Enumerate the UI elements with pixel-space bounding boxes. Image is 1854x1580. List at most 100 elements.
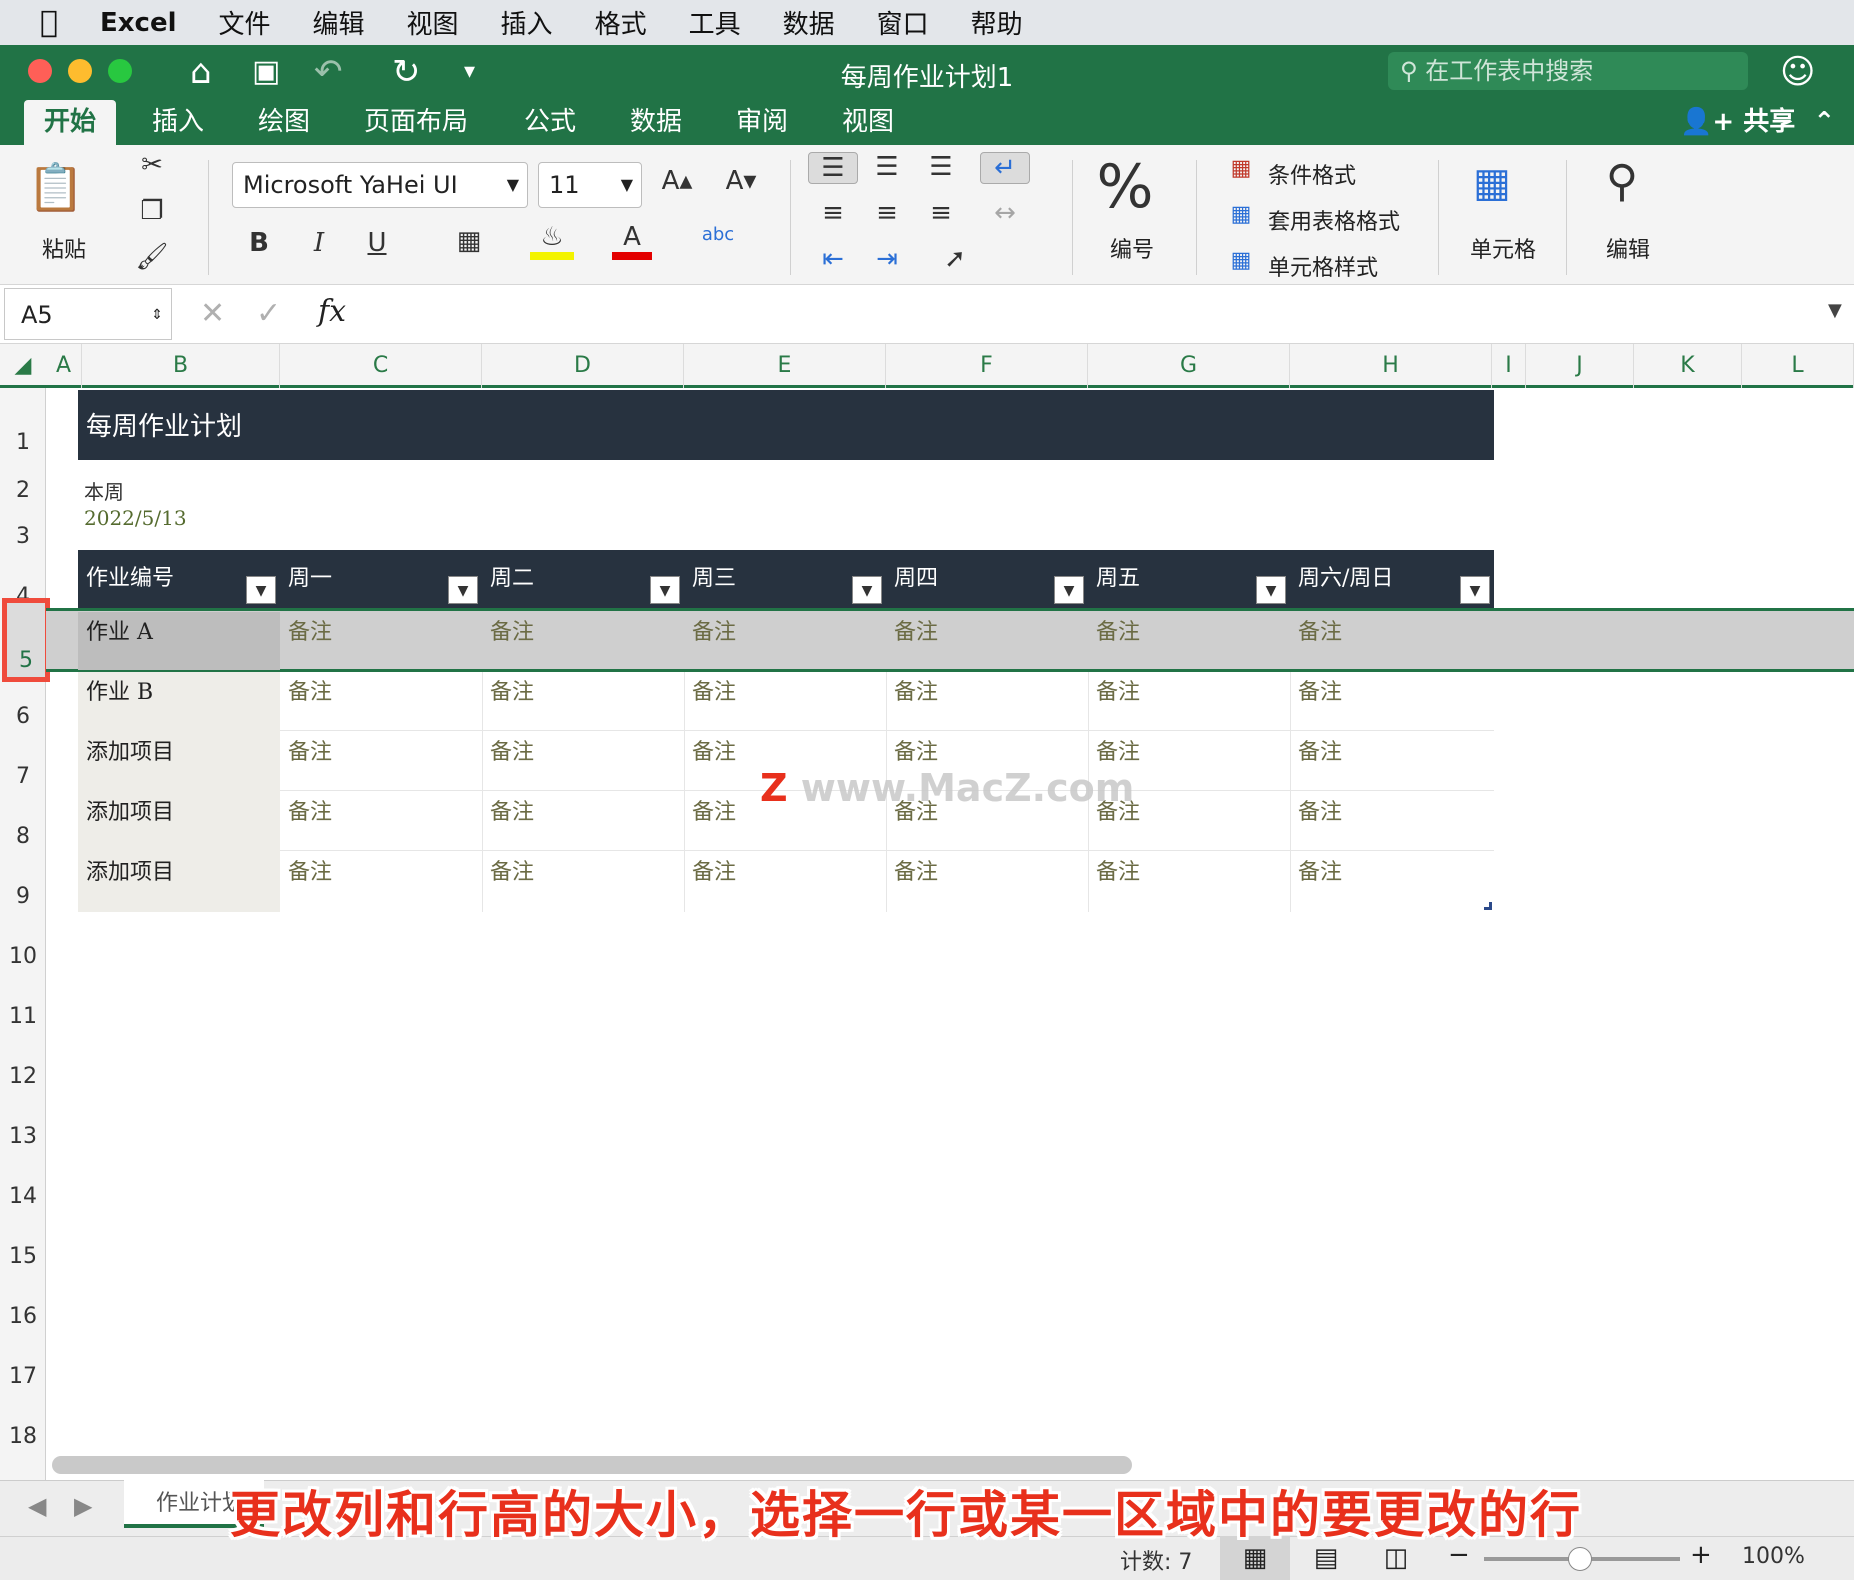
note-cell[interactable]: 备注 [1096, 854, 1140, 886]
zoom-in-icon[interactable]: + [1690, 1540, 1712, 1570]
menu-data[interactable]: 数据 [783, 4, 835, 41]
tab-page-layout[interactable]: 页面布局 [344, 100, 488, 145]
increase-font-size-icon[interactable]: A▴ [654, 166, 700, 196]
filter-dropdown-icon[interactable]: ▼ [246, 576, 276, 604]
week-date[interactable]: 2022/5/13 [84, 506, 187, 530]
task-name[interactable]: 作业 A [86, 614, 153, 646]
note-cell[interactable]: 备注 [894, 674, 938, 706]
text-style-icon[interactable]: abc [696, 224, 740, 245]
find-edit-icon[interactable]: ⚲ [1592, 156, 1652, 207]
filter-dropdown-icon[interactable]: ▼ [1256, 576, 1286, 604]
header-weekend[interactable]: 周六/周日 [1290, 550, 1393, 608]
row-header-15[interactable]: 15 [0, 1244, 46, 1269]
align-left-icon[interactable]: ≡ [808, 198, 858, 228]
cell-style-button[interactable]: 单元格样式 [1268, 250, 1378, 282]
note-cell[interactable]: 备注 [692, 794, 736, 826]
header-wed[interactable]: 周三 [684, 550, 736, 608]
tab-data[interactable]: 数据 [610, 100, 702, 145]
percent-format-icon[interactable]: % [1090, 152, 1160, 222]
sheet-search-input[interactable]: ⚲ 在工作表中搜索 [1388, 52, 1748, 90]
cells-icon[interactable]: ▦ [1462, 160, 1522, 206]
wrap-text-icon[interactable]: ↵ [980, 152, 1030, 184]
tab-draw[interactable]: 绘图 [238, 100, 330, 145]
menu-file[interactable]: 文件 [219, 4, 271, 41]
task-name[interactable]: 添加项目 [86, 854, 174, 886]
row-header-9[interactable]: 9 [0, 884, 46, 909]
menu-tools[interactable]: 工具 [689, 4, 741, 41]
decrease-font-size-icon[interactable]: A▾ [718, 166, 764, 196]
next-sheet-icon[interactable]: ▶ [74, 1492, 92, 1520]
conditional-format-icon[interactable]: ▦ [1226, 156, 1256, 181]
column-header-I[interactable]: I [1492, 344, 1526, 388]
row-header-13[interactable]: 13 [0, 1124, 46, 1149]
task-name[interactable]: 作业 B [86, 674, 153, 706]
column-header-E[interactable]: E [684, 344, 886, 388]
zoom-slider-thumb[interactable] [1568, 1547, 1592, 1571]
column-header-A[interactable]: A [46, 344, 82, 388]
tab-formulas[interactable]: 公式 [504, 100, 596, 145]
tab-home[interactable]: 开始 [24, 100, 117, 145]
column-header-H[interactable]: H [1290, 344, 1492, 388]
row-header-16[interactable]: 16 [0, 1304, 46, 1329]
insert-function-icon[interactable]: fx [318, 294, 346, 329]
note-cell[interactable]: 备注 [490, 734, 534, 766]
align-center-icon[interactable]: ≡ [862, 198, 912, 228]
menu-insert[interactable]: 插入 [501, 4, 553, 41]
sheet-title[interactable]: 每周作业计划 [86, 406, 242, 443]
menu-app-name[interactable]: Excel [100, 8, 177, 38]
note-cell[interactable]: 备注 [1096, 674, 1140, 706]
menu-help[interactable]: 帮助 [971, 4, 1023, 41]
cancel-formula-icon[interactable]: ✕ [200, 296, 225, 331]
formula-input[interactable] [364, 296, 1824, 336]
note-cell[interactable]: 备注 [288, 614, 332, 646]
row-header-18[interactable]: 18 [0, 1424, 46, 1449]
fill-color-icon[interactable]: ♨ [530, 222, 574, 260]
font-name-select[interactable]: Microsoft YaHei UI ▼ [232, 162, 528, 208]
row-header-12[interactable]: 12 [0, 1064, 46, 1089]
column-header-D[interactable]: D [482, 344, 684, 388]
font-color-icon[interactable]: A [612, 222, 652, 260]
note-cell[interactable]: 备注 [1298, 614, 1342, 646]
align-bottom-icon[interactable]: ☰ [916, 152, 966, 182]
row-header-11[interactable]: 11 [0, 1004, 46, 1029]
note-cell[interactable]: 备注 [490, 794, 534, 826]
note-cell[interactable]: 备注 [288, 734, 332, 766]
row-header-14[interactable]: 14 [0, 1184, 46, 1209]
share-button[interactable]: 👤+ 共享 ⌃ [1680, 100, 1835, 145]
align-top-icon[interactable]: ☰ [808, 152, 858, 184]
filter-dropdown-icon[interactable]: ▼ [1460, 576, 1490, 604]
week-label[interactable]: 本周 [84, 476, 124, 505]
column-header-J[interactable]: J [1526, 344, 1634, 388]
table-resize-handle[interactable] [1484, 902, 1492, 910]
table-format-icon[interactable]: ▦ [1226, 202, 1256, 227]
row-header-7[interactable]: 7 [0, 764, 46, 789]
note-cell[interactable]: 备注 [1096, 614, 1140, 646]
feedback-smile-icon[interactable]: ☺ [1780, 52, 1815, 92]
align-right-icon[interactable]: ≡ [916, 198, 966, 228]
note-cell[interactable]: 备注 [692, 674, 736, 706]
confirm-formula-icon[interactable]: ✓ [256, 296, 281, 331]
cut-icon[interactable]: ✂ [132, 150, 172, 180]
header-mon[interactable]: 周一 [280, 550, 332, 608]
cell-style-icon[interactable]: ▦ [1226, 248, 1256, 273]
tab-view[interactable]: 视图 [822, 100, 914, 145]
underline-button[interactable]: U [354, 228, 400, 258]
note-cell[interactable]: 备注 [894, 854, 938, 886]
tab-review[interactable]: 审阅 [716, 100, 808, 145]
note-cell[interactable]: 备注 [1298, 734, 1342, 766]
column-header-F[interactable]: F [886, 344, 1088, 388]
note-cell[interactable]: 备注 [692, 854, 736, 886]
note-cell[interactable]: 备注 [894, 734, 938, 766]
menu-window[interactable]: 窗口 [877, 4, 929, 41]
note-cell[interactable]: 备注 [288, 794, 332, 826]
table-format-button[interactable]: 套用表格格式 [1268, 204, 1400, 236]
row-header-8[interactable]: 8 [0, 824, 46, 849]
increase-indent-icon[interactable]: ⇥ [862, 244, 912, 274]
column-header-B[interactable]: B [82, 344, 280, 388]
note-cell[interactable]: 备注 [490, 674, 534, 706]
note-cell[interactable]: 备注 [288, 854, 332, 886]
row-header-2[interactable]: 2 [0, 478, 46, 503]
column-header-L[interactable]: L [1742, 344, 1854, 388]
note-cell[interactable]: 备注 [1298, 674, 1342, 706]
note-cell[interactable]: 备注 [1298, 794, 1342, 826]
